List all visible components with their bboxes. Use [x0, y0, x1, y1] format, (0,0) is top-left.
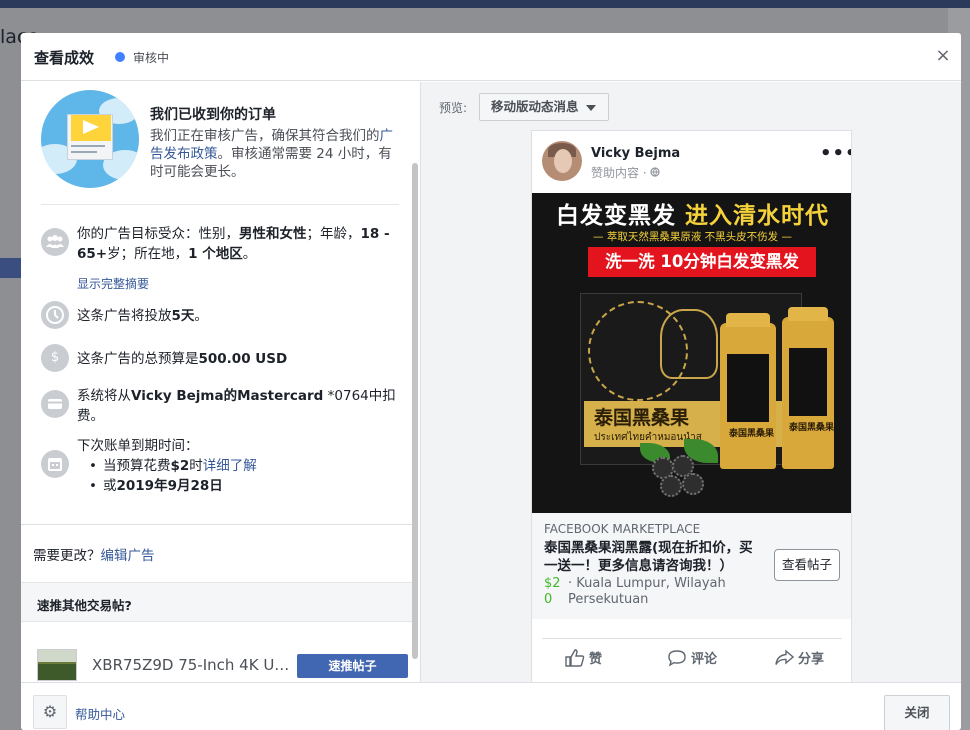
left-pane-scrollbar[interactable]: [412, 163, 418, 659]
marketplace-label: FACEBOOK MARKETPLACE: [544, 522, 701, 536]
comment-icon: [667, 649, 687, 671]
status-dot-icon: [115, 52, 125, 62]
like-button[interactable]: 赞: [565, 648, 602, 671]
help-center-link[interactable]: 帮助中心: [75, 704, 125, 723]
audience-icon: [41, 228, 69, 256]
listing-footer: FACEBOOK MARKETPLACE 泰国黑桑果润黑露(现在折扣价，买一送一…: [532, 513, 851, 619]
ad-image-subline: — 萃取天然黑桑果原液 不黑头皮不伤发 —: [592, 231, 792, 243]
boost-other-listings-header: 速推其他交易帖?: [21, 582, 413, 622]
calendar-icon: [41, 450, 69, 478]
ad-preview-pane: 预览: 移动版动态消息 Vicky Bejma 赞助内容 · ••• 白发变黑发…: [420, 82, 961, 690]
share-button[interactable]: 分享: [774, 648, 824, 671]
ad-image[interactable]: 白发变黑发 进入清水时代 — 萃取天然黑桑果原液 不黑头皮不伤发 — 洗一洗 1…: [532, 193, 851, 513]
billing-threshold-item: 当预算花费$2时详细了解: [77, 456, 397, 476]
comment-button[interactable]: 评论: [667, 648, 717, 671]
duration-summary: 这条广告将投放5天。: [77, 308, 208, 324]
top-nav-bar: [0, 0, 970, 8]
card-icon: [41, 390, 69, 418]
placement-dropdown[interactable]: 移动版动态消息: [479, 93, 609, 121]
avatar[interactable]: [542, 141, 582, 181]
box-emblem: [660, 309, 718, 379]
order-received-illustration: [41, 90, 139, 188]
dollar-icon: $: [41, 344, 69, 372]
ad-image-headline: 白发变黑发 进入清水时代: [555, 203, 829, 229]
results-dialog: 查看成效 审核中 × 我们已收到你的订单 我们正在审核广告，确保其符合我们的广告…: [21, 33, 961, 730]
share-icon: [774, 648, 795, 671]
status-badge: 审核中: [133, 51, 170, 65]
boost-other-listings-label: 速推其他交易帖?: [37, 598, 132, 613]
audience-summary: 你的广告目标受众：性别，男性和女性；年龄，18 - 65+岁；所在地，1 个地区…: [77, 226, 390, 262]
show-full-summary-link[interactable]: 显示完整摘要: [77, 275, 149, 292]
listing-title: 泰国黑桑果润黑露(现在折扣价，买一送一！更多信息请咨询我！）: [544, 540, 753, 574]
preview-label: 预览:: [439, 101, 468, 115]
product-bottle: 泰国黑桑果: [782, 307, 834, 469]
edit-ad-link[interactable]: 编辑广告: [101, 548, 155, 564]
clock-icon: [41, 301, 69, 329]
product-title: XBR75Z9D 75-Inch 4K Ul...: [92, 656, 292, 674]
billing-date-item: 或2019年9月28日: [77, 476, 397, 496]
sponsored-label: 赞助内容 ·: [591, 164, 661, 181]
advertiser-name[interactable]: Vicky Bejma: [591, 146, 680, 161]
order-received-title: 我们已收到你的订单: [150, 107, 276, 123]
more-icon[interactable]: •••: [820, 143, 851, 164]
dialog-header: 查看成效 审核中 ×: [21, 33, 961, 81]
edit-ad-row: 需要更改？编辑广告: [33, 548, 155, 564]
like-icon: [565, 648, 585, 671]
caret-down-icon: [586, 105, 596, 111]
budget-summary: 这条广告的总预算是500.00 USD: [77, 351, 288, 367]
divider: [542, 638, 842, 639]
order-summary-pane: 我们已收到你的订单 我们正在审核广告，确保其符合我们的广告发布政策。审核通常需要…: [21, 82, 413, 682]
dialog-footer: ⚙ 帮助中心 关闭: [21, 682, 961, 730]
product-thumbnail: [37, 649, 77, 681]
payment-summary: 系统将从Vicky Bejma的Mastercard *0764中扣费。: [77, 388, 396, 424]
billing-summary: 下次账单到期时间： 当预算花费$2时详细了解 或2019年9月28日: [77, 436, 397, 496]
ad-preview-card: Vicky Bejma 赞助内容 · ••• 白发变黑发 进入清水时代 — 萃取…: [531, 130, 852, 690]
view-post-button[interactable]: 查看帖子: [774, 549, 840, 581]
close-icon[interactable]: ×: [933, 45, 953, 67]
divider: [41, 204, 399, 205]
listing-price: $2 0: [544, 576, 561, 607]
gear-icon[interactable]: ⚙: [33, 695, 67, 729]
review-description: 我们正在审核广告，确保其符合我们的广告发布政策。审核通常需要 24 小时，有时可…: [150, 128, 393, 180]
dialog-title: 查看成效: [34, 49, 95, 67]
learn-more-link[interactable]: 详细了解: [203, 458, 257, 474]
listing-location: · Kuala Lumpur, Wilayah Persekutuan: [568, 576, 726, 607]
close-button[interactable]: 关闭: [884, 695, 950, 730]
boost-post-button[interactable]: 速推帖子: [297, 654, 408, 678]
divider: [21, 524, 413, 525]
mulberry-illustration: [640, 439, 718, 509]
product-bottle: 泰国黑桑果: [720, 313, 776, 469]
globe-icon: [650, 166, 661, 180]
background-left-marker: [0, 258, 22, 278]
ad-image-banner: 洗一洗 10分钟白发变黑发: [588, 247, 816, 277]
